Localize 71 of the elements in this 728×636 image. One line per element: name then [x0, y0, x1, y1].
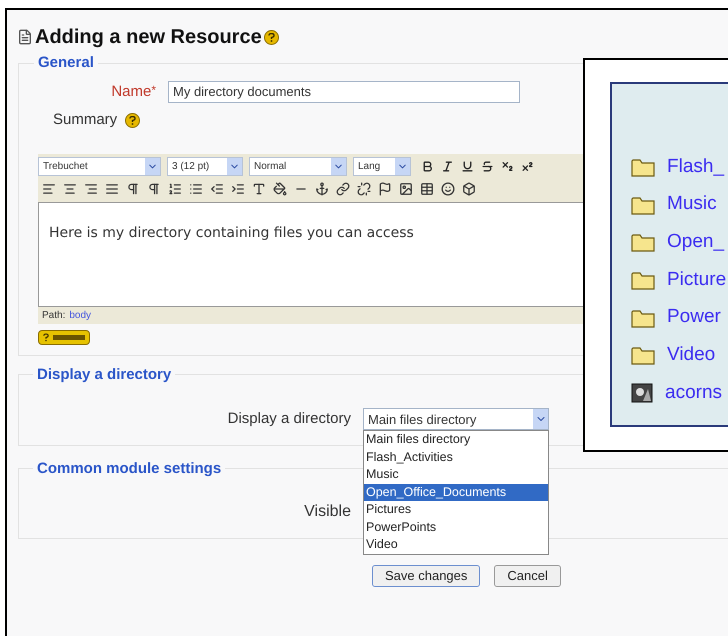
file-link[interactable]: Picture: [667, 266, 726, 294]
help-icon[interactable]: [125, 112, 140, 128]
editor-area[interactable]: Here is my directory containing files you can access: [38, 202, 584, 306]
dropdown-option[interactable]: PowerPoints: [364, 518, 548, 536]
indent-icon[interactable]: [231, 182, 245, 196]
align-left-icon[interactable]: [42, 182, 56, 196]
path-link[interactable]: body: [69, 308, 92, 322]
numbered-list-icon[interactable]: [168, 182, 182, 196]
unlink-icon[interactable]: [357, 182, 371, 196]
bold-icon[interactable]: [421, 160, 434, 173]
image-file-icon: [631, 382, 653, 403]
section-legend: General: [34, 52, 98, 74]
directory-label: Display a directory: [226, 409, 351, 429]
outdent-icon[interactable]: [210, 182, 224, 196]
align-center-icon[interactable]: [63, 182, 77, 196]
left-to-right-icon[interactable]: [126, 182, 140, 196]
folder-icon: [631, 156, 655, 177]
table-icon[interactable]: [420, 182, 434, 196]
link-icon[interactable]: [336, 182, 350, 196]
toolbar-select[interactable]: Trebuchet: [38, 157, 161, 176]
underline-icon[interactable]: [461, 160, 474, 173]
text-color-icon[interactable]: [252, 182, 266, 196]
superscript-icon[interactable]: [521, 160, 534, 173]
page-title: Adding a new Resource: [35, 25, 262, 50]
toolbar-select[interactable]: Normal: [249, 157, 347, 176]
cancel-button[interactable]: Cancel: [494, 565, 561, 587]
summary-label: Summary: [53, 110, 118, 130]
right-to-left-icon[interactable]: [147, 182, 161, 196]
dropdown-option[interactable]: Video: [364, 536, 548, 554]
file-link[interactable]: Music: [667, 190, 717, 219]
name-field[interactable]: My directory documents: [168, 80, 520, 103]
flag-icon[interactable]: [378, 182, 392, 196]
justify-icon[interactable]: [105, 182, 119, 196]
help-badge[interactable]: [38, 330, 90, 344]
save-button[interactable]: Save changes: [372, 565, 480, 587]
bullet-list-icon[interactable]: [189, 182, 203, 196]
file-link[interactable]: Open_: [667, 228, 724, 256]
file-link[interactable]: Video: [667, 341, 716, 370]
visible-label: Visible: [303, 502, 351, 522]
name-label: Name*: [110, 82, 156, 102]
align-right-icon[interactable]: [84, 182, 98, 196]
directory-select[interactable]: Main files directory: [363, 408, 549, 430]
dropdown-option[interactable]: Pictures: [364, 501, 548, 519]
path-label: Path:: [42, 308, 66, 322]
section-legend: Display a directory: [33, 364, 176, 386]
editor-text: Here is my directory containing files you can access: [49, 224, 414, 242]
toolbar-select[interactable]: Lang: [353, 157, 411, 176]
file-link[interactable]: Power: [667, 303, 721, 332]
background-color-icon[interactable]: [273, 182, 287, 196]
dropdown-option[interactable]: Music: [364, 466, 548, 484]
italic-icon[interactable]: [441, 160, 454, 173]
image-icon[interactable]: [399, 182, 413, 196]
dropdown-option[interactable]: Open_Office_Documents: [364, 484, 548, 502]
folder-icon: [631, 345, 655, 366]
smiley-icon[interactable]: [441, 182, 455, 196]
section-legend: Common module settings: [33, 458, 226, 480]
strikethrough-icon[interactable]: [481, 160, 494, 173]
folder-icon: [631, 194, 655, 215]
file-link[interactable]: Flash_: [667, 152, 724, 182]
folder-icon: [631, 232, 655, 252]
folder-icon: [631, 308, 655, 328]
cube-icon[interactable]: [462, 182, 476, 196]
dropdown-option[interactable]: Main files directory: [364, 431, 548, 449]
toolbar-select[interactable]: 3 (12 pt): [167, 157, 243, 176]
anchor-icon[interactable]: [315, 182, 329, 196]
file-link[interactable]: acorns: [665, 378, 722, 408]
help-icon[interactable]: [264, 30, 279, 44]
dropdown-option[interactable]: Flash_Activities: [364, 448, 548, 466]
document-icon: [17, 29, 33, 45]
subscript-icon[interactable]: [501, 160, 514, 173]
folder-icon: [631, 270, 655, 290]
